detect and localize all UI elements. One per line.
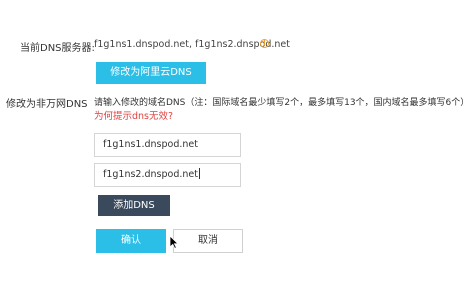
add-dns-button[interactable]: 添加DNS [98,195,170,216]
dns-input-1[interactable]: f1g1ns1.dnspod.net [94,133,241,157]
dns-input-1-value: f1g1ns1.dnspod.net [103,139,198,150]
dns-input-2[interactable]: f1g1ns2.dnspod.net [94,163,241,187]
cancel-button[interactable]: 取消 [173,229,243,253]
current-dns-label: 当前DNS服务器: [20,43,95,54]
switch-to-aliyun-dns-button[interactable]: 修改为阿里云DNS [96,62,206,84]
modify-dns-label: 修改为非万网DNS [6,99,88,110]
info-circle-icon[interactable]: ! [260,39,269,48]
dns-instruction-text: 请输入修改的域名DNS（注：国际域名最少填写2个，最多填写13个，国内域名最多填… [94,98,470,108]
mouse-pointer-icon [169,235,179,249]
dns-settings-page: 当前DNS服务器: f1g1ns1.dnspod.net, f1g1ns2.dn… [0,0,474,286]
dns-input-2-value: f1g1ns2.dnspod.net [103,169,198,180]
invalid-dns-help-link[interactable]: 为何提示dns无效? [94,108,173,122]
confirm-button[interactable]: 确认 [96,229,166,253]
text-caret [198,168,200,179]
